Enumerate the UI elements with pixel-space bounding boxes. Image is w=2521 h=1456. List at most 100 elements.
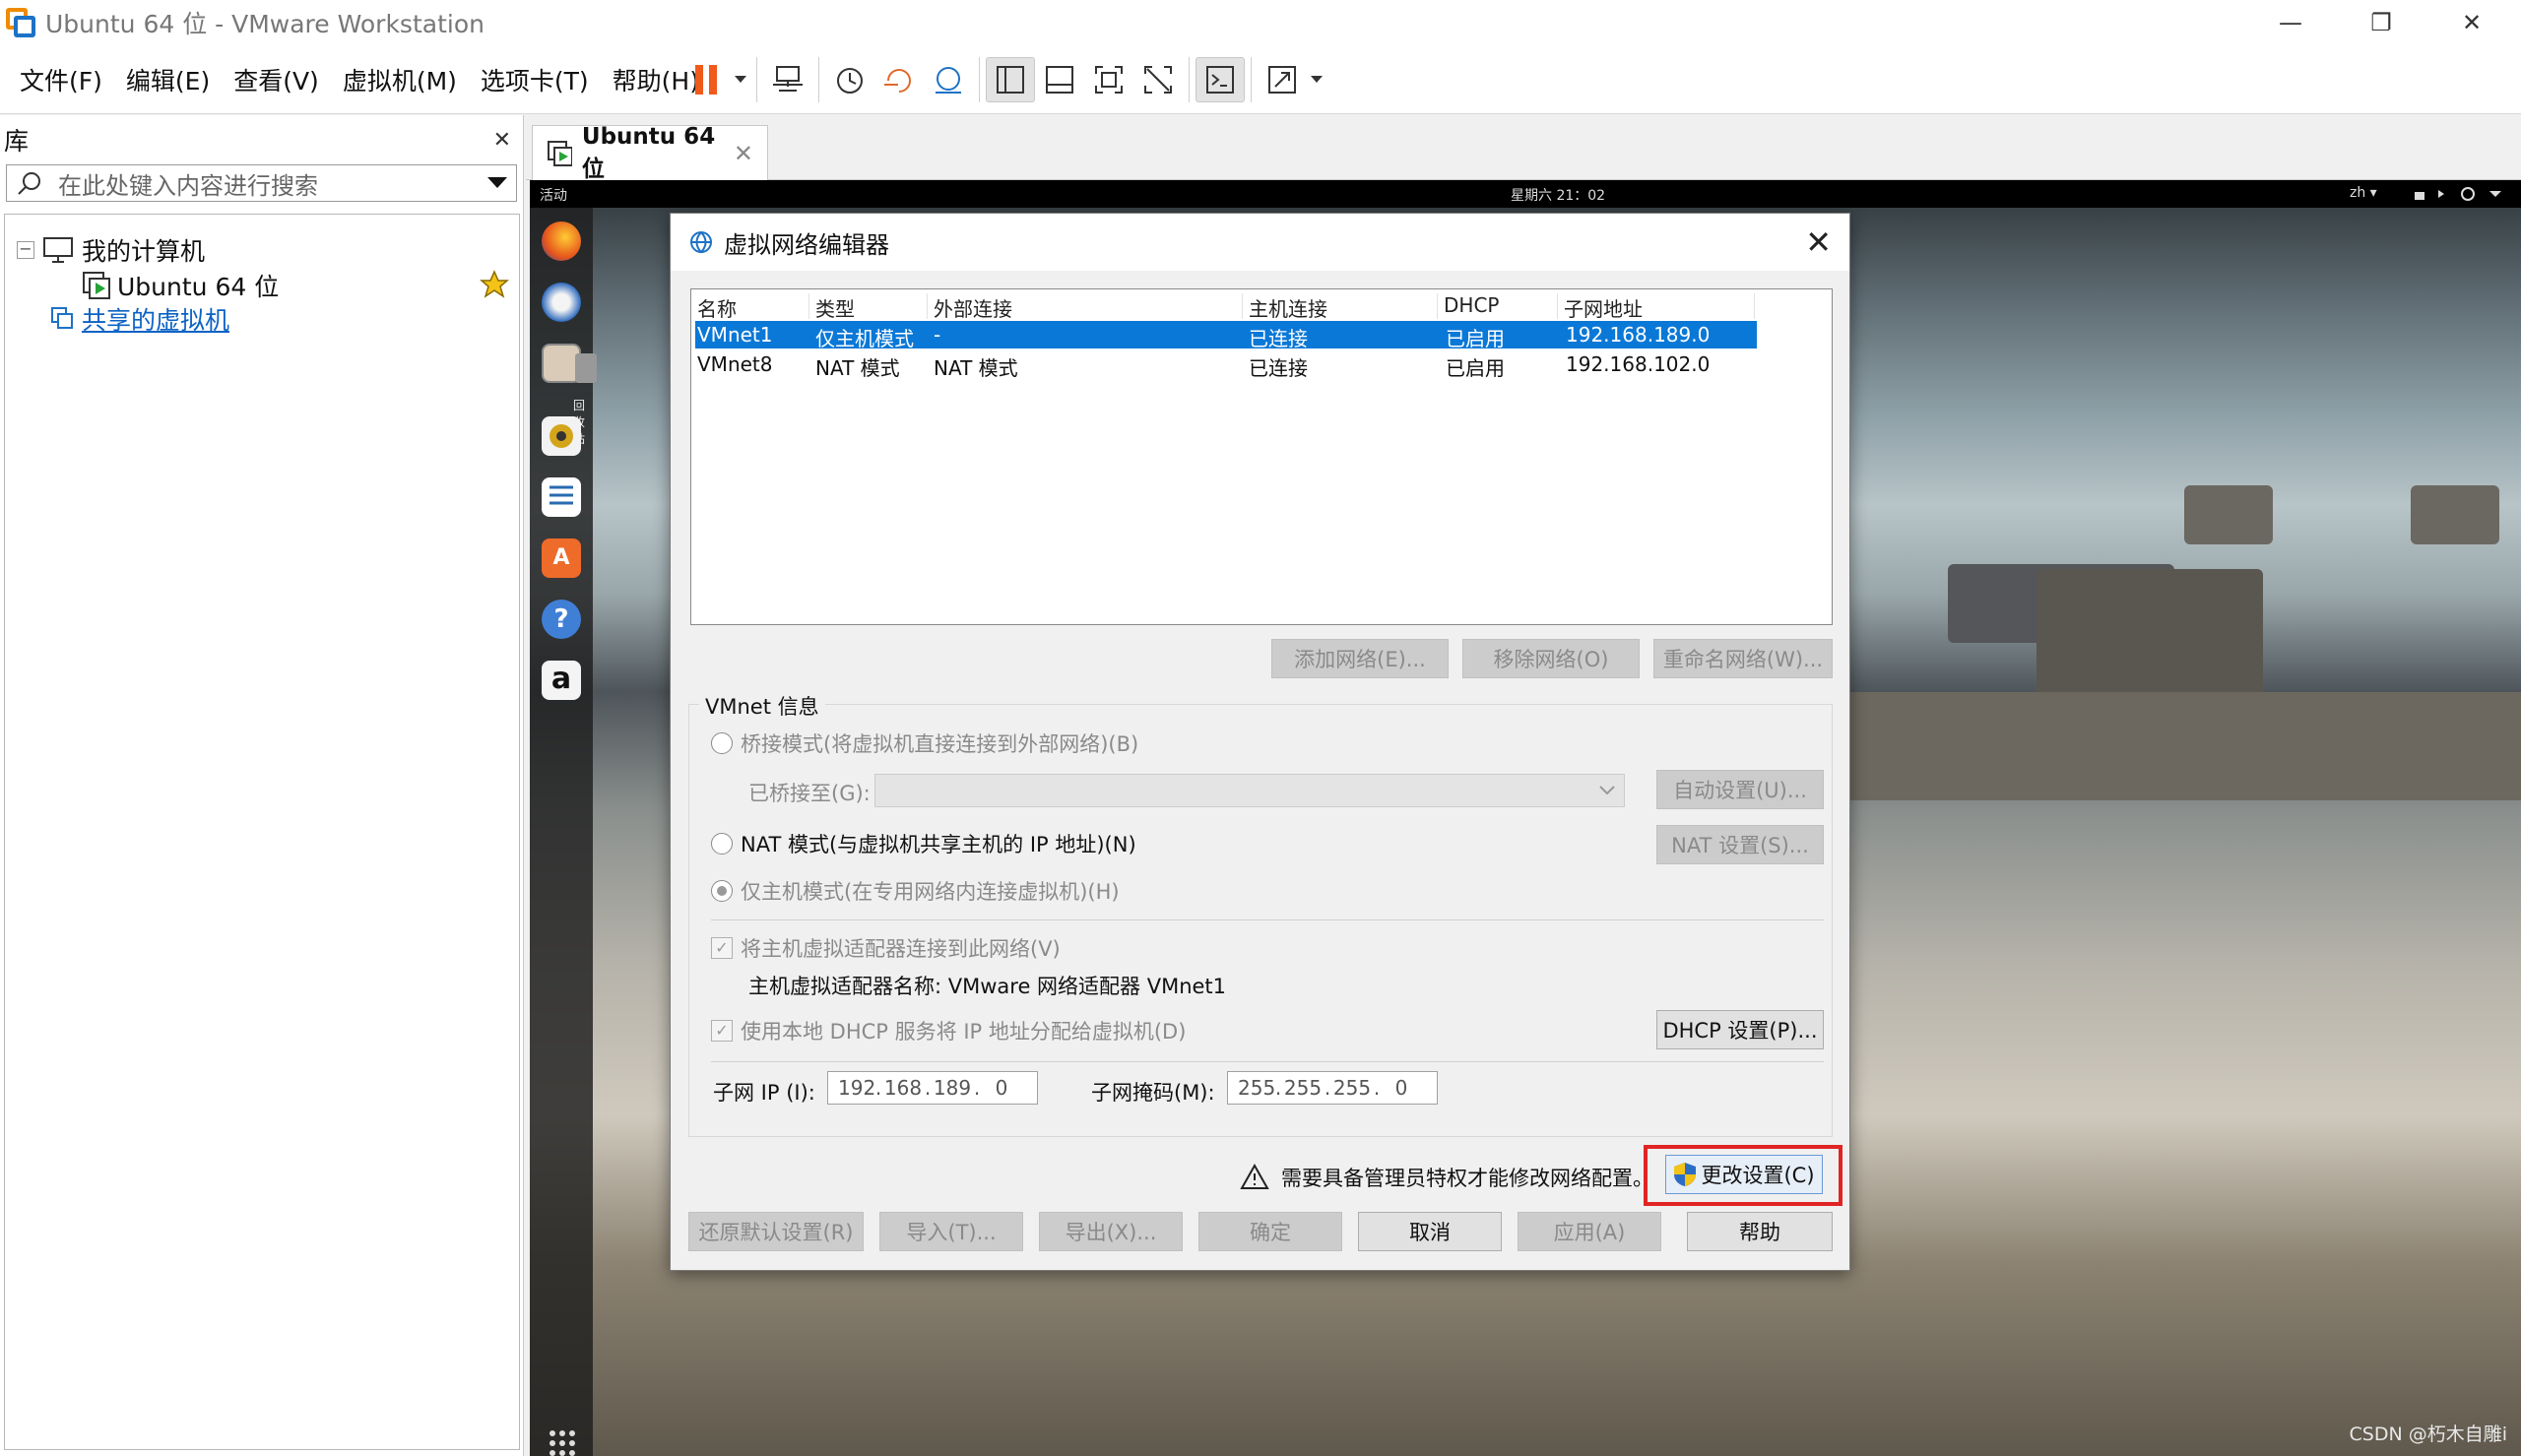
column-host[interactable]: 主机连接 xyxy=(1243,293,1438,321)
bridged-mode-radio[interactable]: 桥接模式(将虚拟机直接连接到外部网络)(B) xyxy=(711,728,1138,758)
close-button[interactable]: ✕ xyxy=(2426,0,2517,45)
stretch-dropdown-icon[interactable] xyxy=(1307,75,1326,85)
scenery-rock xyxy=(2184,485,2273,544)
highlight-annotation xyxy=(1644,1145,1842,1206)
thumbnail-bar-icon[interactable] xyxy=(1035,57,1084,102)
ip-octet: 0 xyxy=(995,1076,1008,1100)
subnet-ip-label: 子网 IP (I): xyxy=(713,1081,815,1105)
nat-settings-button[interactable]: NAT 设置(S)... xyxy=(1656,825,1824,864)
tab-label: Ubuntu 64 位 xyxy=(581,123,716,182)
cancel-button[interactable]: 取消 xyxy=(1358,1212,1502,1251)
collapse-icon[interactable]: − xyxy=(17,241,34,259)
column-external[interactable]: 外部连接 xyxy=(928,293,1243,321)
scenery-rock xyxy=(2411,485,2499,544)
menu-file[interactable]: 文件(F) xyxy=(8,62,114,97)
help-icon[interactable]: ? xyxy=(542,600,581,639)
network-row[interactable]: VMnet8 NAT 模式 NAT 模式 已连接 已启用 192.168.102… xyxy=(695,350,1757,380)
stretch-guest-icon[interactable] xyxy=(1258,57,1307,102)
ok-button[interactable]: 确定 xyxy=(1198,1212,1342,1251)
host-only-radio[interactable]: 仅主机模式(在专用网络内连接虚拟机)(H) xyxy=(711,876,1120,906)
window-title: Ubuntu 64 位 - VMware Workstation xyxy=(45,10,485,38)
menu-view[interactable]: 查看(V) xyxy=(222,62,331,97)
library-header: 库 ✕ xyxy=(0,115,523,164)
menu-vm[interactable]: 虚拟机(M) xyxy=(331,62,469,97)
shared-vm-icon xyxy=(51,307,73,329)
firefox-icon[interactable] xyxy=(542,222,581,261)
column-subnet[interactable]: 子网地址 xyxy=(1558,293,1755,321)
column-dhcp[interactable]: DHCP xyxy=(1438,293,1558,319)
ip-octet: 189 xyxy=(933,1076,972,1100)
snapshot-manager-icon[interactable] xyxy=(924,57,973,102)
unity-icon[interactable] xyxy=(1133,57,1183,102)
pause-dropdown-icon[interactable] xyxy=(731,75,750,85)
connect-adapter-checkbox[interactable]: ✓ 将主机虚拟适配器连接到此网络(V) xyxy=(711,933,1061,963)
restore-button[interactable]: ❐ xyxy=(2336,0,2426,45)
auto-settings-button[interactable]: 自动设置(U)... xyxy=(1656,770,1824,809)
subnet-mask-field[interactable]: 255. 255. 255. 0 xyxy=(1227,1071,1438,1105)
dhcp-settings-button[interactable]: DHCP 设置(P)... xyxy=(1656,1010,1824,1049)
guest-activities[interactable]: 活动 xyxy=(540,185,567,205)
add-network-button[interactable]: 添加网络(E)... xyxy=(1271,639,1449,678)
library-search-input[interactable]: 在此处键入内容进行搜索 xyxy=(6,164,517,202)
divider xyxy=(711,919,1824,920)
send-ctrl-alt-del-icon[interactable] xyxy=(763,57,812,102)
help-button[interactable]: 帮助 xyxy=(1687,1212,1833,1251)
guest-clock[interactable]: 星期六 21：02 xyxy=(1511,185,1605,205)
software-center-icon[interactable]: A xyxy=(542,538,581,578)
pause-icon[interactable] xyxy=(681,57,731,102)
tab-close-icon[interactable]: ✕ xyxy=(734,140,753,167)
show-applications-icon[interactable] xyxy=(548,1428,577,1456)
full-screen-icon[interactable] xyxy=(1084,57,1133,102)
snapshot-icon[interactable] xyxy=(825,57,874,102)
bridged-to-select[interactable] xyxy=(874,774,1625,807)
apply-button[interactable]: 应用(A) xyxy=(1518,1212,1661,1251)
vmware-logo-icon xyxy=(6,8,35,37)
tree-item-ubuntu-vm[interactable]: Ubuntu 64 位 xyxy=(82,268,279,303)
ip-octet: 192 xyxy=(838,1076,876,1100)
tab-ubuntu[interactable]: Ubuntu 64 位 ✕ xyxy=(532,123,768,182)
revert-snapshot-icon[interactable] xyxy=(874,57,924,102)
subnet-ip-field[interactable]: 192. 168. 189. 0 xyxy=(827,1071,1038,1105)
guest-language[interactable]: zh ▾ xyxy=(2350,185,2377,201)
favorite-star-icon[interactable] xyxy=(479,270,510,305)
rename-network-button[interactable]: 重命名网络(W)... xyxy=(1653,639,1833,678)
search-dropdown-icon[interactable] xyxy=(486,176,508,190)
network-row[interactable]: VMnet1 仅主机模式 - 已连接 已启用 192.168.189.0 xyxy=(695,321,1757,350)
tree-label-shared[interactable]: 共享的虚拟机 xyxy=(82,301,229,337)
console-view-icon[interactable] xyxy=(1196,57,1245,102)
amazon-icon[interactable]: a xyxy=(542,661,581,700)
dialog-close-button[interactable]: ✕ xyxy=(1805,223,1832,261)
tree-item-shared-vms[interactable]: 共享的虚拟机 xyxy=(50,301,229,337)
rhythmbox-icon[interactable] xyxy=(542,416,581,456)
network-name: VMnet1 xyxy=(697,323,773,347)
column-type[interactable]: 类型 xyxy=(809,293,928,321)
export-button[interactable]: 导出(X)... xyxy=(1039,1212,1183,1251)
guest-system-icons[interactable] xyxy=(2411,186,2505,202)
vm-tab-strip: Ubuntu 64 位 ✕ xyxy=(526,115,2521,182)
library-close-button[interactable]: ✕ xyxy=(493,128,511,153)
thunderbird-icon[interactable] xyxy=(542,283,581,322)
vm-running-icon xyxy=(83,272,110,299)
minimize-button[interactable]: — xyxy=(2245,0,2336,45)
nat-mode-radio[interactable]: NAT 模式(与虚拟机共享主机的 IP 地址)(N) xyxy=(711,829,1136,858)
writer-icon[interactable] xyxy=(542,477,581,517)
column-name[interactable]: 名称 xyxy=(691,293,809,321)
tree-item-my-computer[interactable]: − 我的计算机 xyxy=(17,232,205,268)
menu-edit[interactable]: 编辑(E) xyxy=(114,62,222,97)
virtual-network-editor-dialog: 虚拟网络编辑器 ✕ 名称 类型 外部连接 主机连接 DHCP 子网地址 VMne… xyxy=(670,213,1850,1271)
divider xyxy=(711,1061,1824,1062)
show-library-icon[interactable] xyxy=(986,57,1035,102)
watermark-text: CSDN @朽木自雕i xyxy=(2349,1424,2508,1445)
trash-icon[interactable] xyxy=(575,353,597,383)
menu-tabs[interactable]: 选项卡(T) xyxy=(469,62,601,97)
network-external: NAT 模式 xyxy=(934,356,1018,380)
use-dhcp-checkbox[interactable]: ✓ 使用本地 DHCP 服务将 IP 地址分配给虚拟机(D) xyxy=(711,1016,1186,1045)
toolbar xyxy=(681,57,1326,102)
import-button[interactable]: 导入(T)... xyxy=(879,1212,1023,1251)
network-dhcp: 已启用 xyxy=(1446,356,1505,380)
network-dhcp: 已启用 xyxy=(1446,327,1505,350)
bridged-to-label: 已桥接至(G): xyxy=(748,782,871,805)
restore-defaults-button[interactable]: 还原默认设置(R) xyxy=(688,1212,864,1251)
library-tree: − 我的计算机 Ubuntu 64 位 共享的虚拟机 xyxy=(4,214,520,1450)
remove-network-button[interactable]: 移除网络(O) xyxy=(1462,639,1640,678)
